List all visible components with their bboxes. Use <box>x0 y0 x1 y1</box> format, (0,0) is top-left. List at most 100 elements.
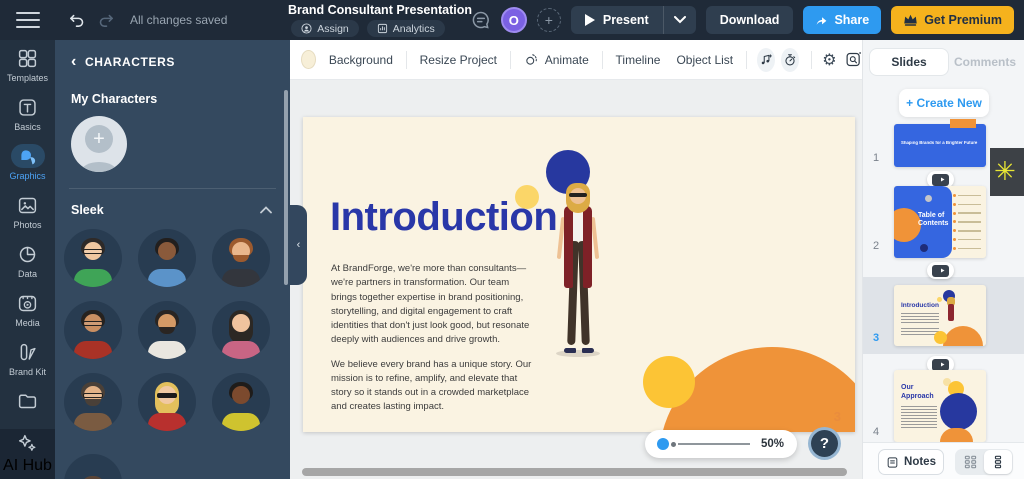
download-button[interactable]: Download <box>706 6 794 34</box>
assign-button[interactable]: Assign <box>291 20 359 37</box>
slide-thumbnail-1[interactable]: Shaping Brands for a Brighter Future <box>894 124 986 167</box>
basics-icon <box>11 95 45 119</box>
character-avatar[interactable] <box>212 229 270 287</box>
slide-body-text[interactable]: At BrandForge, we're more than consultan… <box>331 262 537 415</box>
slide-thumbnail-3-selected[interactable]: Introduction <box>894 285 986 346</box>
gear-icon: ⚙ <box>822 52 836 68</box>
settings-button[interactable]: ⚙ <box>822 50 837 70</box>
sidebar-item-brand-kit[interactable]: Brand Kit <box>0 334 55 383</box>
character-illustration[interactable] <box>553 183 603 357</box>
ai-sparkles-icon <box>17 433 38 454</box>
preview-search-button[interactable] <box>845 50 862 70</box>
decor-orange-tab <box>950 119 976 128</box>
sidebar-item-basics[interactable]: Basics <box>0 89 55 138</box>
zoom-slider-handle[interactable] <box>657 438 669 450</box>
zoom-control: 50% <box>645 430 797 458</box>
tab-comments[interactable]: Comments <box>949 48 1021 76</box>
characters-panel: ‹ CHARACTERS My Characters + Sleek <box>55 40 290 479</box>
redo-icon[interactable] <box>96 10 116 30</box>
transition-arrow-icon <box>936 267 945 274</box>
slide-thumbnail-2[interactable]: Table of Contents <box>894 186 986 258</box>
assign-person-icon <box>301 23 312 34</box>
background-button[interactable]: Background <box>316 53 406 67</box>
get-premium-button[interactable]: Get Premium <box>891 6 1014 34</box>
slides-panel-footer: Notes <box>863 442 1024 479</box>
analytics-button[interactable]: Analytics <box>367 20 445 37</box>
character-avatar[interactable] <box>212 301 270 359</box>
sidebar-item-photos[interactable]: Photos <box>0 187 55 236</box>
autosave-status: All changes saved <box>130 13 227 27</box>
notes-icon <box>886 456 899 469</box>
add-collaborator-button[interactable]: + <box>537 8 561 32</box>
present-button[interactable]: Present <box>571 6 696 34</box>
present-dropdown-button[interactable] <box>664 16 696 24</box>
play-icon <box>585 14 595 26</box>
character-grid <box>55 217 290 479</box>
user-avatar[interactable]: O <box>501 7 527 33</box>
timeline-button[interactable]: Timeline <box>603 53 669 67</box>
brand-kit-icon <box>11 340 45 364</box>
slide-title[interactable]: Introduction <box>330 195 557 240</box>
main-sidebar: Templates Basics Graphics Photos Data Me… <box>0 40 55 479</box>
decor-yellow-circle-large[interactable] <box>643 356 695 408</box>
canvas-area: Background Resize Project Animate Timeli… <box>290 40 862 479</box>
sidebar-item-media[interactable]: Media <box>0 285 55 334</box>
character-avatar[interactable] <box>212 373 270 431</box>
resize-project-button[interactable]: Resize Project <box>407 53 510 67</box>
slide-canvas[interactable]: Introduction At BrandForge, we're more t… <box>303 117 855 432</box>
timer-button[interactable] <box>781 48 799 72</box>
menu-icon[interactable] <box>16 12 40 28</box>
folder-icon <box>11 388 45 412</box>
slide-number-1: 1 <box>873 152 879 164</box>
object-list-button[interactable]: Object List <box>668 53 746 67</box>
character-avatar[interactable] <box>64 301 122 359</box>
character-avatar-partial[interactable] <box>64 454 122 479</box>
character-avatar[interactable] <box>64 373 122 431</box>
sidebar-item-data[interactable]: Data <box>0 236 55 285</box>
zoom-slider-track[interactable] <box>678 443 750 445</box>
comments-icon[interactable] <box>471 10 491 30</box>
panel-scrollbar[interactable] <box>284 90 288 285</box>
placeholder-body <box>81 162 117 172</box>
help-button[interactable]: ? <box>808 427 841 460</box>
undo-icon[interactable] <box>66 10 86 30</box>
add-character-button[interactable]: + <box>71 116 127 172</box>
slide-thumbnail-4[interactable]: Our Approach <box>894 370 986 442</box>
character-avatar[interactable] <box>138 373 196 431</box>
promo-asterisk-widget[interactable]: ✳ <box>990 148 1024 196</box>
character-avatar[interactable] <box>64 229 122 287</box>
panel-collapse-handle[interactable]: ‹ <box>290 205 307 285</box>
transition-button-2[interactable] <box>927 262 954 279</box>
slide-page-number: 3 <box>834 409 841 424</box>
top-bar: All changes saved Brand Consultant Prese… <box>0 0 1024 40</box>
list-view-button[interactable] <box>984 450 1012 474</box>
collapse-chevron-icon[interactable] <box>260 206 272 214</box>
collapse-chevron-icon: ‹ <box>297 239 301 251</box>
transition-arrow-icon <box>936 176 945 183</box>
notes-button[interactable]: Notes <box>878 449 944 475</box>
animate-button[interactable]: Animate <box>511 52 602 67</box>
templates-icon <box>11 46 45 70</box>
horizontal-scrollbar[interactable] <box>302 468 847 476</box>
create-new-slide-button[interactable]: + Create New <box>899 89 989 117</box>
tab-slides[interactable]: Slides <box>869 48 949 76</box>
timer-icon <box>783 53 797 67</box>
characters-panel-header[interactable]: ‹ CHARACTERS <box>55 40 290 70</box>
character-avatar[interactable] <box>138 301 196 359</box>
share-button[interactable]: Share <box>803 6 881 34</box>
animate-icon <box>524 52 539 67</box>
chevron-down-icon <box>674 16 686 24</box>
music-note-icon <box>759 53 773 67</box>
back-chevron-icon[interactable]: ‹ <box>71 54 77 70</box>
sidebar-item-templates[interactable]: Templates <box>0 40 55 89</box>
add-music-button[interactable] <box>757 48 775 72</box>
list-view-icon <box>993 455 1003 469</box>
grid-view-button[interactable] <box>956 450 984 474</box>
sidebar-item-ai-hub[interactable]: AI Hub <box>0 429 55 479</box>
photos-icon <box>11 193 45 217</box>
document-title[interactable]: Brand Consultant Presentation <box>288 3 448 17</box>
sidebar-item-folder[interactable] <box>0 383 55 417</box>
sidebar-item-graphics[interactable]: Graphics <box>0 138 55 187</box>
background-color-swatch[interactable] <box>301 50 316 69</box>
character-avatar[interactable] <box>138 229 196 287</box>
